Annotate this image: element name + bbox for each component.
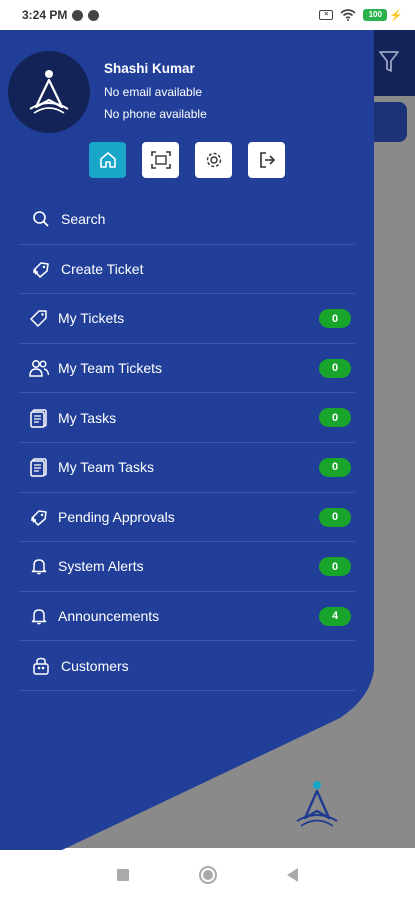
menu-item-pending-approvals[interactable]: Pending Approvals 0 — [19, 493, 355, 543]
count-badge: 0 — [319, 507, 351, 527]
wifi-icon — [340, 9, 356, 21]
approval-icon — [28, 506, 50, 528]
charging-icon: ⚡ — [389, 9, 403, 22]
tasks-icon — [28, 407, 50, 429]
home-nav-icon[interactable] — [199, 866, 217, 884]
settings-icon — [206, 152, 221, 168]
menu-item-label: Announcements — [58, 608, 160, 625]
menu-item-search[interactable]: Search — [19, 195, 355, 245]
menu-item-my-team-tickets[interactable]: My Team Tickets 0 — [19, 344, 355, 394]
count-badge: 0 — [319, 358, 351, 378]
scan-icon — [150, 151, 171, 169]
system-navigation-bar — [0, 850, 415, 900]
menu-item-my-tickets[interactable]: My Tickets 0 — [19, 294, 355, 344]
menu-item-label: My Tickets — [58, 310, 125, 327]
ticket-plus-icon — [30, 258, 52, 280]
menu-item-customers[interactable]: Customers — [19, 641, 355, 691]
menu-item-label: My Team Tasks — [58, 459, 154, 476]
menu-item-create-ticket[interactable]: Create Ticket — [19, 245, 355, 295]
notification-icon-2 — [88, 9, 100, 21]
count-badge: 0 — [319, 557, 351, 577]
filter-icon — [379, 51, 399, 72]
profile-phone: No phone available — [104, 107, 207, 121]
count-badge: 4 — [319, 606, 351, 626]
back-icon[interactable] — [287, 868, 298, 882]
quick-actions — [89, 142, 285, 178]
menu-item-announcements[interactable]: Announcements 4 — [19, 592, 355, 642]
scan-button[interactable] — [142, 142, 179, 178]
home-icon — [99, 152, 116, 168]
logout-button[interactable] — [248, 142, 285, 178]
home-button[interactable] — [89, 142, 126, 178]
background-app-bar — [373, 102, 407, 142]
company-logo-icon — [29, 70, 69, 114]
menu-item-label: System Alerts — [58, 558, 144, 575]
drawer-menu: Search Create Ticket My Tickets 0 My Tea… — [19, 195, 355, 691]
company-logo-icon — [296, 781, 338, 827]
navigation-drawer: Shashi Kumar No email available No phone… — [0, 30, 374, 850]
team-tasks-icon — [28, 456, 50, 478]
count-badge: 0 — [319, 457, 351, 477]
customers-icon — [30, 655, 52, 677]
bell-icon — [28, 605, 50, 627]
status-time: 3:24 PM — [22, 8, 68, 22]
avatar[interactable] — [8, 51, 90, 133]
profile-email: No email available — [104, 85, 203, 99]
menu-item-my-team-tasks[interactable]: My Team Tasks 0 — [19, 443, 355, 493]
settings-button[interactable] — [195, 142, 232, 178]
profile-name: Shashi Kumar — [104, 61, 195, 76]
menu-item-label: My Team Tickets — [58, 360, 162, 377]
menu-item-label: Pending Approvals — [58, 508, 175, 525]
logout-icon — [259, 152, 275, 168]
bell-icon — [28, 555, 50, 577]
recent-apps-icon[interactable] — [117, 869, 129, 881]
menu-item-label: Search — [61, 211, 106, 228]
menu-item-system-alerts[interactable]: System Alerts 0 — [19, 542, 355, 592]
count-badge: 0 — [319, 408, 351, 428]
menu-item-label: My Tasks — [58, 409, 117, 426]
team-icon — [28, 357, 50, 379]
screen: 3:24 PM × 100 ⚡ Shashi Kumar No email av… — [0, 0, 415, 900]
menu-item-label: Customers — [61, 657, 129, 674]
battery-indicator: 100 ⚡ — [363, 9, 403, 22]
tag-icon — [28, 307, 50, 329]
menu-item-my-tasks[interactable]: My Tasks 0 — [19, 393, 355, 443]
notification-icon — [72, 9, 84, 21]
count-badge: 0 — [319, 309, 351, 329]
menu-item-label: Create Ticket — [61, 260, 144, 277]
sim-icon: × — [319, 10, 334, 20]
status-bar: 3:24 PM × 100 ⚡ — [0, 0, 415, 30]
search-icon — [30, 208, 52, 230]
battery-level: 100 — [363, 9, 388, 21]
